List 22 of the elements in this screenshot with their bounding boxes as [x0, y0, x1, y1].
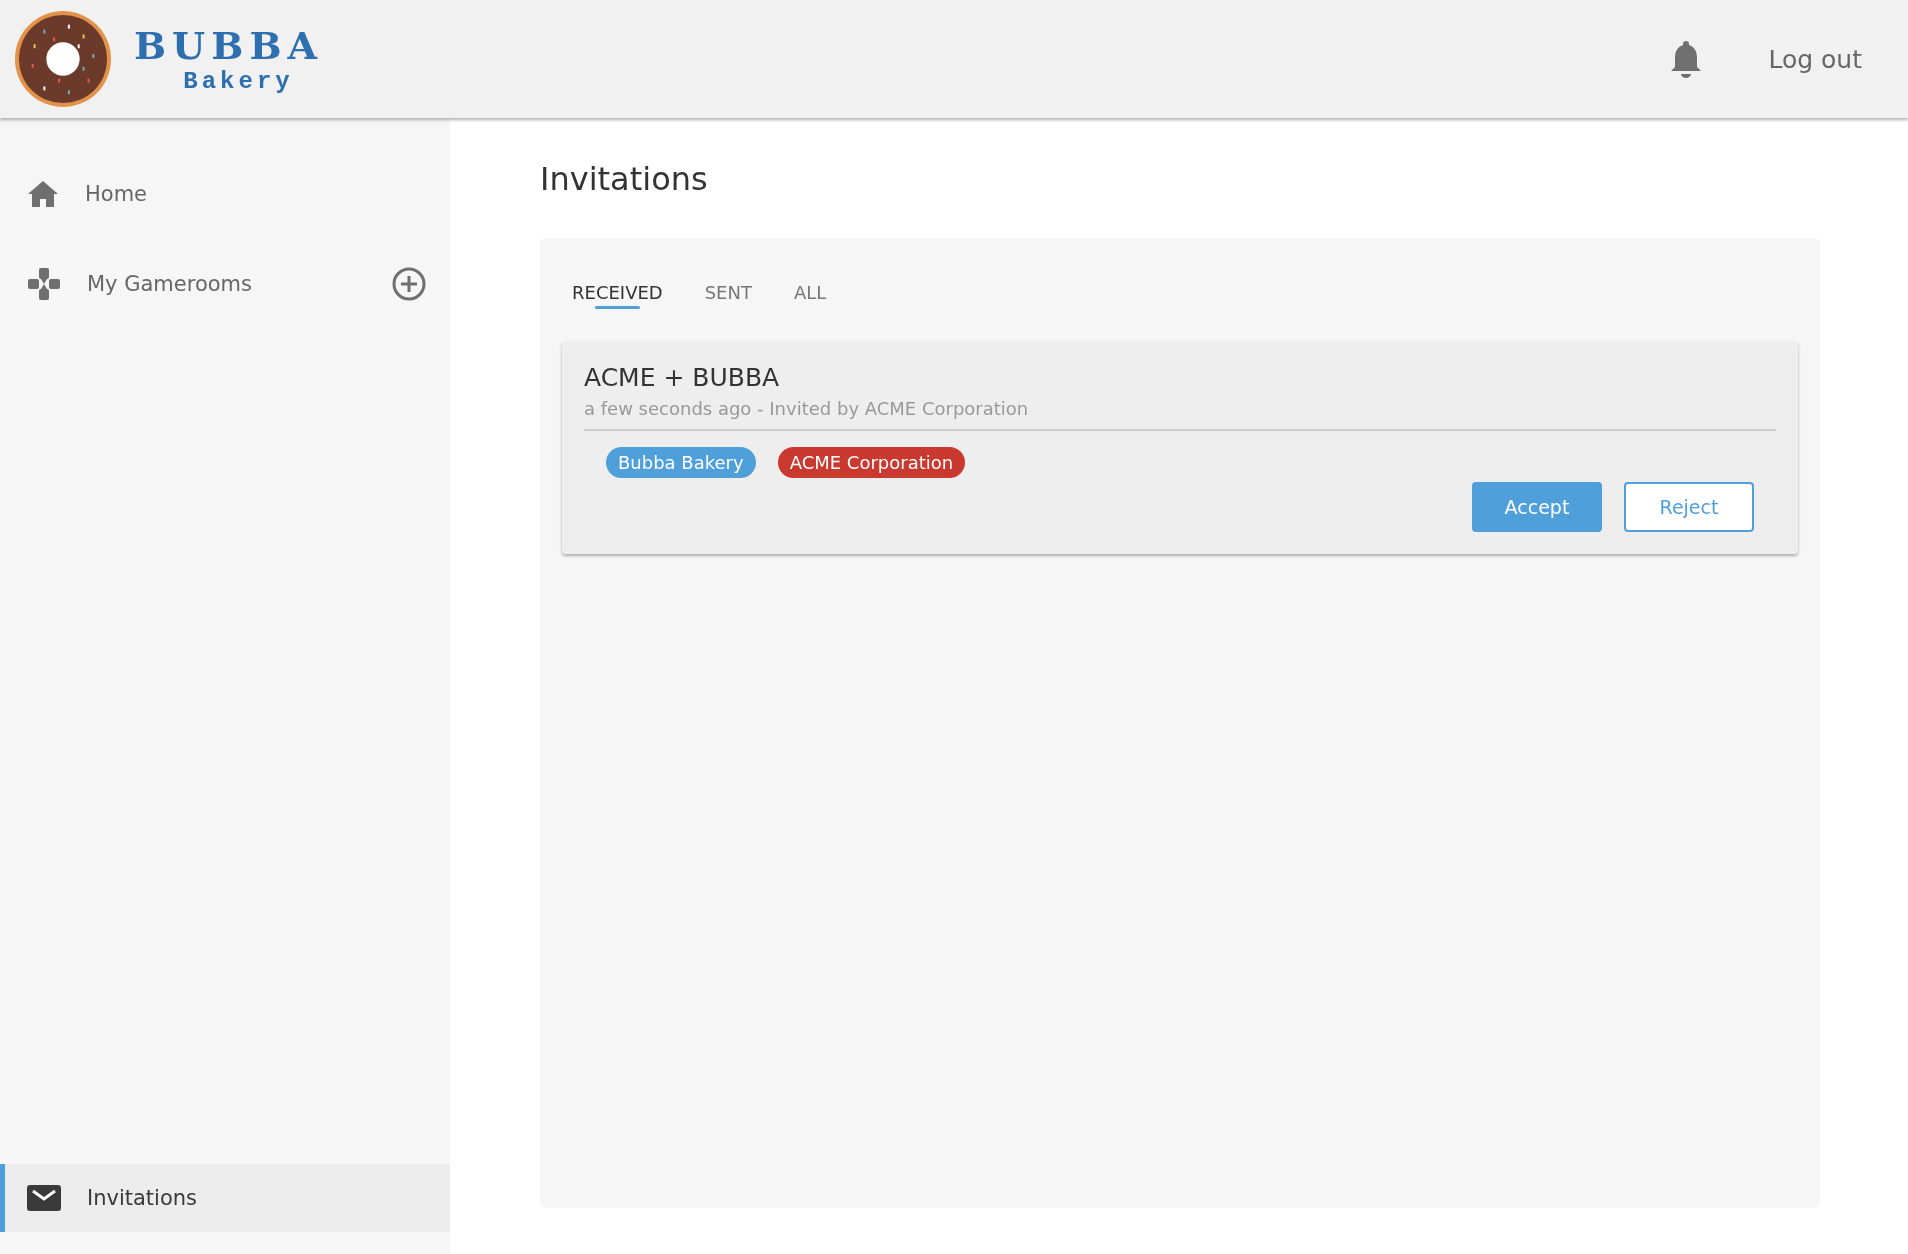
bell-icon[interactable] — [1670, 40, 1703, 78]
donut-logo-icon — [14, 10, 112, 108]
tab[interactable]: SENT — [704, 282, 752, 311]
page-title: Invitations — [540, 160, 709, 198]
envelope-icon — [27, 1185, 61, 1211]
member-tag: Bubba Bakery — [606, 447, 756, 478]
sidebar-item[interactable]: Home — [0, 160, 450, 228]
add-icon[interactable] — [392, 267, 426, 301]
sidebar-item[interactable]: My Gamerooms — [0, 250, 450, 318]
home-icon — [27, 180, 59, 208]
logo-title: BUBBA — [134, 23, 323, 68]
member-tag: ACME Corporation — [777, 447, 966, 478]
invitation-title: ACME + BUBBA — [584, 363, 781, 392]
tab[interactable]: RECEIVED — [572, 282, 663, 311]
reject-button[interactable]: Reject — [1624, 482, 1754, 532]
tab[interactable]: ALL — [793, 282, 827, 311]
invitation-meta: a few seconds ago - Invited by ACME Corporation — [584, 398, 1776, 431]
accept-button[interactable]: Accept — [1472, 482, 1602, 532]
logout-link[interactable]: Log out — [1768, 44, 1862, 74]
sidebar-item[interactable]: Invitations — [0, 1164, 450, 1232]
gamepad-icon — [27, 267, 61, 301]
logo-subtitle: Bakery — [183, 68, 294, 95]
